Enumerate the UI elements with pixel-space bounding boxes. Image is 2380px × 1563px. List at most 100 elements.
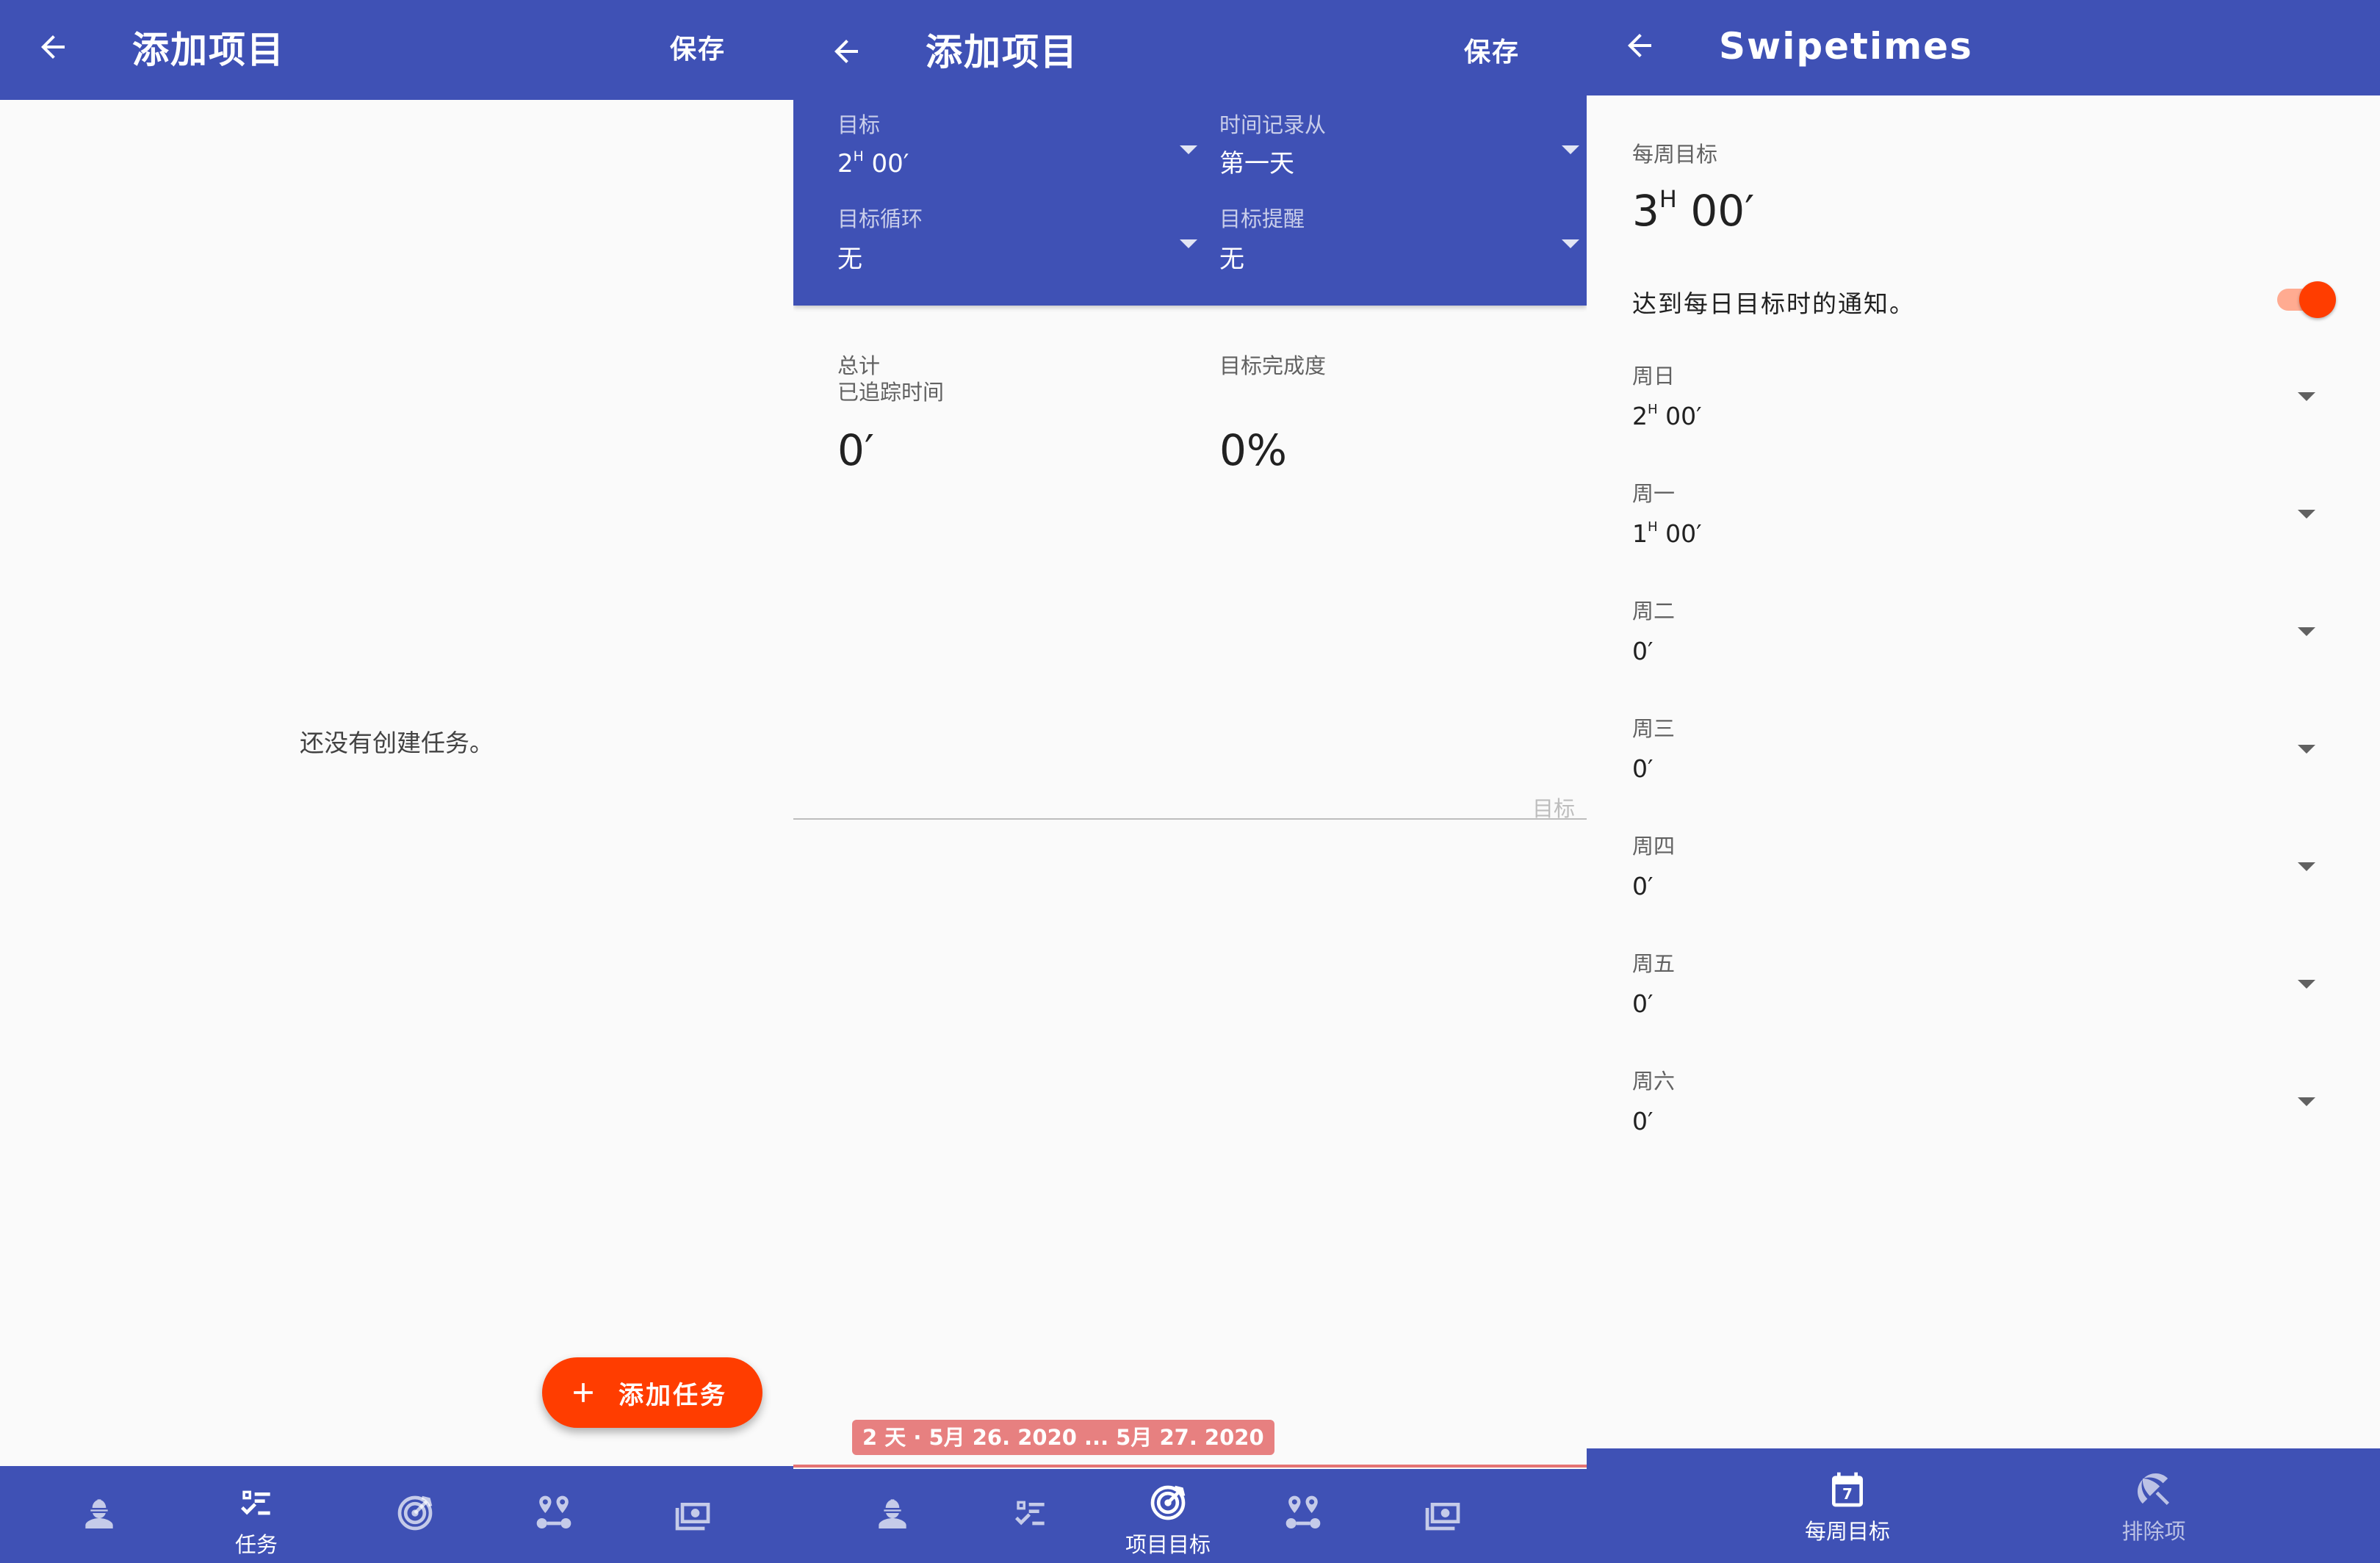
dropdown-arrow-icon <box>2298 510 2315 519</box>
daily-goal-row[interactable]: 周六 0′ <box>1587 1071 2380 1174</box>
daily-goal-row[interactable]: 周五 0′ <box>1587 953 2380 1056</box>
day-label: 周四 <box>1632 834 1676 859</box>
total-label: 总计 <box>837 353 881 378</box>
notify-label: 达到每日目标时的通知。 <box>1632 289 1915 318</box>
checklist-icon <box>1015 1501 1045 1526</box>
worker-icon <box>879 1499 906 1528</box>
nav-weekly-goal[interactable]: 7 每周目标 <box>1774 1469 1921 1545</box>
dropdown-arrow-icon <box>2298 627 2315 636</box>
arrow-back-icon <box>1628 34 1651 57</box>
nav-exclusions[interactable]: 排除项 <box>2080 1469 2227 1545</box>
nav-exclusions-label: 排除项 <box>2121 1519 2186 1544</box>
day-goal-value: 0′ <box>1632 637 1654 665</box>
daily-goal-row[interactable]: 周日 2H 00′ <box>1587 366 2380 469</box>
date-range-chip[interactable]: 2 天 · 5月 26. 2020 ... 5月 27. 2020 <box>852 1420 1274 1455</box>
weekly-goal-label: 每周目标 <box>1632 142 1718 167</box>
nav-route[interactable] <box>1252 1492 1355 1534</box>
calendar-icon: 7 <box>1827 1469 1868 1510</box>
back-button[interactable] <box>32 26 73 68</box>
target-icon <box>1150 1485 1186 1520</box>
daily-goal-row[interactable]: 周三 0′ <box>1587 718 2380 821</box>
add-task-fab[interactable]: 添加任务 <box>542 1357 762 1428</box>
nav-project-goal[interactable]: 项目目标 <box>1117 1482 1219 1559</box>
money-icon <box>675 1503 710 1531</box>
nav-money[interactable] <box>1391 1492 1494 1534</box>
toggle-thumb <box>2299 281 2336 318</box>
add-project-tasks-screen: 添加项目 保存 还没有创建任务。 添加任务 任务 <box>0 0 793 1563</box>
total-tracked-value: 0′ <box>837 425 875 475</box>
nav-money[interactable] <box>641 1492 744 1534</box>
worker-icon <box>85 1499 113 1528</box>
empty-tasks-message: 还没有创建任务。 <box>300 729 494 757</box>
checklist-icon <box>241 1490 270 1515</box>
goal-completion-label: 目标完成度 <box>1219 353 1327 378</box>
track-from-dropdown[interactable]: 时间记录从 第一天 <box>1219 110 1579 191</box>
page-title: 添加项目 <box>926 31 1078 73</box>
day-label: 周一 <box>1632 481 1676 506</box>
nav-worker[interactable] <box>48 1492 151 1534</box>
page-title: Swipetimes <box>1719 25 1973 68</box>
notify-toggle[interactable] <box>2277 281 2336 318</box>
nav-weekly-goal-label: 每周目标 <box>1804 1519 1890 1544</box>
goal-dropdown[interactable]: 目标 2H 00′ <box>837 110 1197 191</box>
day-label: 周三 <box>1632 716 1676 741</box>
dropdown-arrow-icon <box>2298 1097 2315 1106</box>
dropdown-arrow-icon <box>1180 239 1197 248</box>
plus-icon <box>574 1383 593 1402</box>
date-range-indicator <box>793 1465 1587 1468</box>
goal-cycle-label: 目标循环 <box>837 206 923 231</box>
nav-project-goal-label: 项目目标 <box>1125 1532 1211 1557</box>
goal-label: 目标 <box>837 112 881 137</box>
weekly-goal-screen: Swipetimes 每周目标 3H 00′ 达到每日目标时的通知。 周日 2H … <box>1587 0 2380 1563</box>
dropdown-arrow-icon <box>1180 145 1197 154</box>
day-goal-value: 0′ <box>1632 989 1654 1018</box>
day-goal-value: 0′ <box>1632 872 1654 900</box>
bottom-navigation: 任务 <box>0 1466 793 1563</box>
day-goal-value: 0′ <box>1632 1107 1654 1136</box>
dropdown-arrow-icon <box>1562 239 1579 248</box>
daily-goal-row[interactable]: 周二 0′ <box>1587 601 2380 704</box>
day-label: 周日 <box>1632 364 1676 389</box>
add-project-goal-screen: 添加项目 保存 目标 2H 00′ 时间记录从 第一天 目标循环 无 目标提醒 … <box>793 0 1587 1563</box>
target-icon <box>397 1495 433 1531</box>
route-icon <box>536 1495 571 1528</box>
app-bar: 添加项目 保存 目标 2H 00′ 时间记录从 第一天 目标循环 无 目标提醒 … <box>793 0 1587 306</box>
app-bar: Swipetimes <box>1587 0 2380 95</box>
arrow-back-icon <box>41 35 65 59</box>
track-from-label: 时间记录从 <box>1219 112 1327 137</box>
day-goal-value: 0′ <box>1632 754 1654 783</box>
track-from-value: 第一天 <box>1219 149 1294 178</box>
dropdown-arrow-icon <box>2298 862 2315 871</box>
dropdown-arrow-icon <box>2298 745 2315 754</box>
dropdown-arrow-icon <box>1562 145 1579 154</box>
dropdown-arrow-icon <box>2298 980 2315 989</box>
tracked-time-label: 已追踪时间 <box>837 380 945 405</box>
goal-cycle-value: 无 <box>837 245 862 274</box>
bottom-navigation: 7 每周目标 排除项 <box>1587 1448 2380 1563</box>
goal-cycle-dropdown[interactable]: 目标循环 无 <box>837 204 1197 285</box>
day-goal-value: 2H 00′ <box>1632 402 1702 430</box>
goal-line <box>793 818 1587 820</box>
nav-tasks[interactable] <box>979 1492 1082 1534</box>
nav-project-goal[interactable] <box>364 1492 466 1534</box>
save-button[interactable]: 保存 <box>1464 40 1520 66</box>
beach-umbrella-icon <box>2138 1473 2169 1505</box>
nav-worker[interactable] <box>841 1492 944 1534</box>
nav-route[interactable] <box>502 1492 605 1534</box>
daily-goal-row[interactable]: 周一 1H 00′ <box>1587 483 2380 586</box>
nav-tasks[interactable]: 任务 <box>205 1482 308 1559</box>
save-button[interactable]: 保存 <box>670 37 726 63</box>
nav-tasks-label: 任务 <box>234 1532 278 1557</box>
route-icon <box>1285 1495 1321 1528</box>
daily-goal-row[interactable]: 周四 0′ <box>1587 836 2380 939</box>
goal-reminder-dropdown[interactable]: 目标提醒 无 <box>1219 204 1579 285</box>
arrow-back-icon <box>834 40 858 63</box>
calendar-day-number: 7 <box>1842 1485 1853 1503</box>
page-title: 添加项目 <box>132 29 285 71</box>
day-goal-value: 1H 00′ <box>1632 519 1702 548</box>
back-button[interactable] <box>1619 25 1660 66</box>
total-tracked-block: 总计 已追踪时间 <box>837 353 944 405</box>
dropdown-arrow-icon <box>2298 392 2315 401</box>
day-label: 周五 <box>1632 951 1676 976</box>
back-button[interactable] <box>826 31 867 72</box>
